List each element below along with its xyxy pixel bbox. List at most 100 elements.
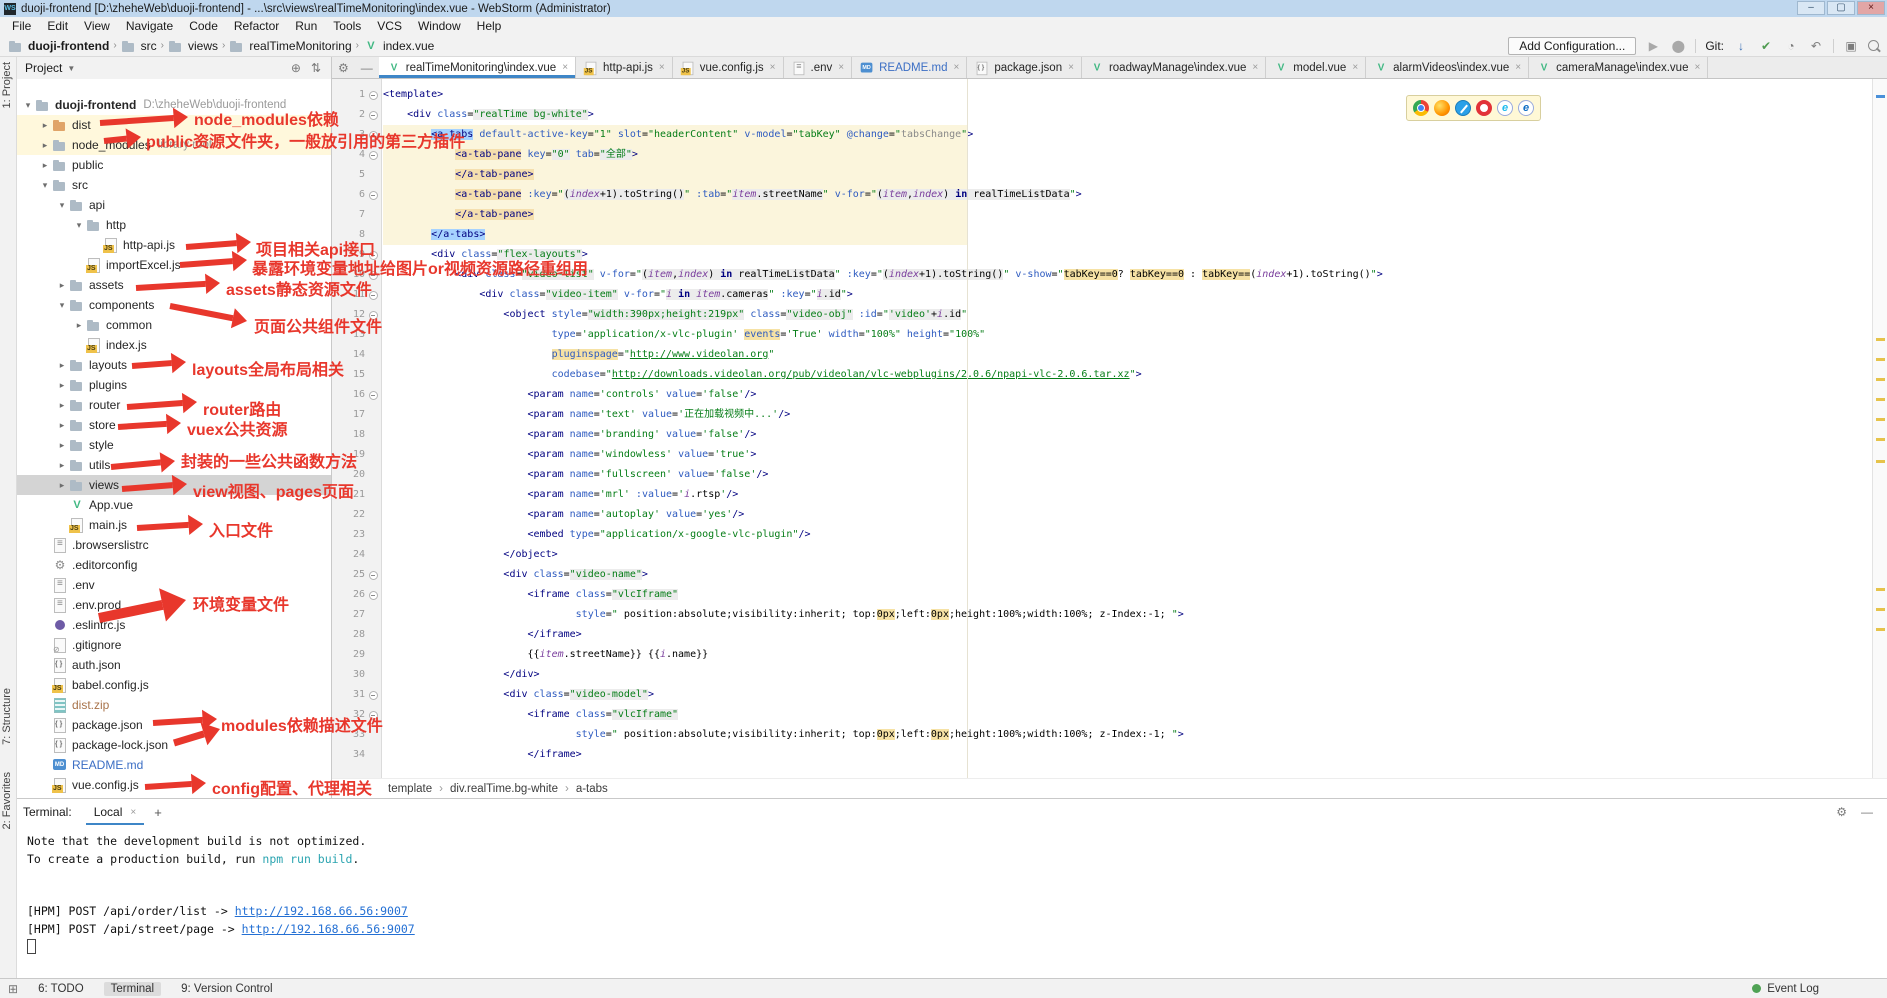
safari-icon[interactable] xyxy=(1455,100,1471,116)
fold-icon[interactable] xyxy=(369,571,378,580)
firefox-icon[interactable] xyxy=(1434,100,1450,116)
menu-vcs[interactable]: VCS xyxy=(369,19,410,33)
editor-tab[interactable]: README.md× xyxy=(852,57,967,78)
tool-windows-icon[interactable]: ▣ xyxy=(1843,39,1859,53)
tree-item-http-api.js[interactable]: http-api.js xyxy=(17,235,331,255)
terminal-output[interactable]: Note that the development build is not o… xyxy=(17,825,1887,956)
fold-icon[interactable] xyxy=(369,591,378,600)
fold-icon[interactable] xyxy=(369,691,378,700)
hide-panel-icon[interactable]: — xyxy=(1861,805,1873,819)
close-icon[interactable]: × xyxy=(1068,62,1074,73)
opera-icon[interactable] xyxy=(1476,100,1492,116)
editor-tab[interactable]: http-api.js× xyxy=(576,57,673,78)
close-icon[interactable]: × xyxy=(953,62,959,73)
terminal-link[interactable]: http://192.168.66.56:9007 xyxy=(242,922,415,936)
tree-item-assets[interactable]: ▸assets xyxy=(17,275,331,295)
gear-icon[interactable]: ⚙ xyxy=(1836,805,1847,819)
menu-edit[interactable]: Edit xyxy=(39,19,76,33)
event-log-button[interactable]: Event Log xyxy=(1752,983,1819,995)
chevron-down-icon[interactable]: ▾ xyxy=(55,300,69,311)
tree-item-http[interactable]: ▾http xyxy=(17,215,331,235)
maximize-button[interactable]: ▢ xyxy=(1827,1,1855,15)
close-icon[interactable]: × xyxy=(130,807,136,818)
statusbar-6-todo[interactable]: 6: TODO xyxy=(38,983,84,995)
chevron-down-icon[interactable]: ▾ xyxy=(21,100,35,111)
close-icon[interactable]: × xyxy=(770,62,776,73)
menu-run[interactable]: Run xyxy=(287,19,325,33)
fold-icon[interactable] xyxy=(369,91,378,100)
tree-item-duoji-frontend[interactable]: ▾duoji-frontendD:\zheheWeb\duoji-fronten… xyxy=(17,95,331,115)
editor-tab[interactable]: package.json× xyxy=(967,57,1082,78)
chevron-down-icon[interactable]: ▼ xyxy=(67,64,75,73)
fold-icon[interactable] xyxy=(369,111,378,120)
close-icon[interactable]: × xyxy=(1352,62,1358,73)
tree-item-.browserslistrc[interactable]: .browserslistrc xyxy=(17,535,331,555)
editor-tab[interactable]: alarmVideos\index.vue× xyxy=(1366,57,1529,78)
menu-refactor[interactable]: Refactor xyxy=(226,19,287,33)
chevron-right-icon[interactable]: ▸ xyxy=(72,320,86,331)
history-icon[interactable]: ◔ xyxy=(1783,39,1799,53)
tree-item-views[interactable]: ▸views xyxy=(17,475,331,495)
tree-item-public[interactable]: ▸public xyxy=(17,155,331,175)
fold-icon[interactable] xyxy=(369,131,378,140)
editor-tab[interactable]: cameraManage\index.vue× xyxy=(1529,57,1708,78)
tree-item-importExcel.js[interactable]: importExcel.js xyxy=(17,255,331,275)
fold-icon[interactable] xyxy=(369,291,378,300)
statusbar-9-version-control[interactable]: 9: Version Control xyxy=(181,983,272,995)
menu-tools[interactable]: Tools xyxy=(325,19,369,33)
tree-item-style[interactable]: ▸style xyxy=(17,435,331,455)
chrome-icon[interactable] xyxy=(1413,100,1429,116)
editor-breadcrumb-item-template[interactable]: template xyxy=(388,783,432,795)
hide-panel-icon[interactable]: — xyxy=(355,57,379,78)
editor-tab[interactable]: roadwayManage\index.vue× xyxy=(1082,57,1266,78)
chevron-right-icon[interactable]: ▸ xyxy=(55,380,69,391)
editor-tab[interactable]: vue.config.js× xyxy=(673,57,784,78)
close-icon[interactable]: × xyxy=(1515,62,1521,73)
edge-icon[interactable]: e xyxy=(1518,100,1534,116)
chevron-right-icon[interactable]: ▸ xyxy=(55,420,69,431)
close-icon[interactable]: × xyxy=(1252,62,1258,73)
fold-icon[interactable] xyxy=(369,151,378,160)
tree-item-.gitignore[interactable]: .gitignore xyxy=(17,635,331,655)
fold-icon[interactable] xyxy=(369,711,378,720)
menu-navigate[interactable]: Navigate xyxy=(118,19,181,33)
tree-item-.env.prod[interactable]: .env.prod xyxy=(17,595,331,615)
terminal-link[interactable]: http://192.168.66.56:9007 xyxy=(235,904,408,918)
chevron-down-icon[interactable]: ▾ xyxy=(72,220,86,231)
search-everywhere-icon[interactable] xyxy=(1868,40,1879,51)
git-update-icon[interactable]: ↓ xyxy=(1733,39,1749,53)
tree-item-README.md[interactable]: README.md xyxy=(17,755,331,775)
collapse-all-icon[interactable]: ⇅ xyxy=(311,61,321,75)
tree-item-node_modules[interactable]: ▸node_moduleslibrary root xyxy=(17,135,331,155)
breadcrumb-item-src[interactable]: src xyxy=(121,39,157,53)
tree-item-App.vue[interactable]: App.vue xyxy=(17,495,331,515)
tree-item-src[interactable]: ▾src xyxy=(17,175,331,195)
chevron-right-icon[interactable]: ▸ xyxy=(55,360,69,371)
chevron-down-icon[interactable]: ▾ xyxy=(38,180,52,191)
fold-icon[interactable] xyxy=(369,251,378,260)
fold-icon[interactable] xyxy=(369,391,378,400)
tool-window-button-structure[interactable]: 7: Structure xyxy=(1,688,13,745)
code-editor[interactable]: 1234567891011121314151617181920212223242… xyxy=(332,79,1872,778)
run-icon[interactable]: ▶ xyxy=(1645,39,1661,53)
menu-window[interactable]: Window xyxy=(410,19,469,33)
tree-item-api[interactable]: ▾api xyxy=(17,195,331,215)
tree-item-components[interactable]: ▾components xyxy=(17,295,331,315)
editor-tab[interactable]: .env× xyxy=(784,57,853,78)
tree-item-index.js[interactable]: index.js xyxy=(17,335,331,355)
chevron-right-icon[interactable]: ▸ xyxy=(38,140,52,151)
tree-item-babel.config.js[interactable]: babel.config.js xyxy=(17,675,331,695)
git-commit-icon[interactable]: ✔ xyxy=(1758,39,1774,53)
chevron-right-icon[interactable]: ▸ xyxy=(55,280,69,291)
chevron-down-icon[interactable]: ▾ xyxy=(55,200,69,211)
chevron-right-icon[interactable]: ▸ xyxy=(55,440,69,451)
tree-item-package-lock.json[interactable]: package-lock.json xyxy=(17,735,331,755)
tool-window-button-favorites[interactable]: 2: Favorites xyxy=(1,772,13,829)
close-button[interactable]: × xyxy=(1857,1,1885,15)
rollback-icon[interactable]: ↶ xyxy=(1808,39,1824,53)
close-icon[interactable]: × xyxy=(1694,62,1700,73)
minimize-button[interactable]: – xyxy=(1797,1,1825,15)
tool-window-switcher-icon[interactable]: ⊞ xyxy=(8,982,18,996)
close-icon[interactable]: × xyxy=(659,62,665,73)
tool-window-button-project[interactable]: 1: Project xyxy=(1,62,13,108)
